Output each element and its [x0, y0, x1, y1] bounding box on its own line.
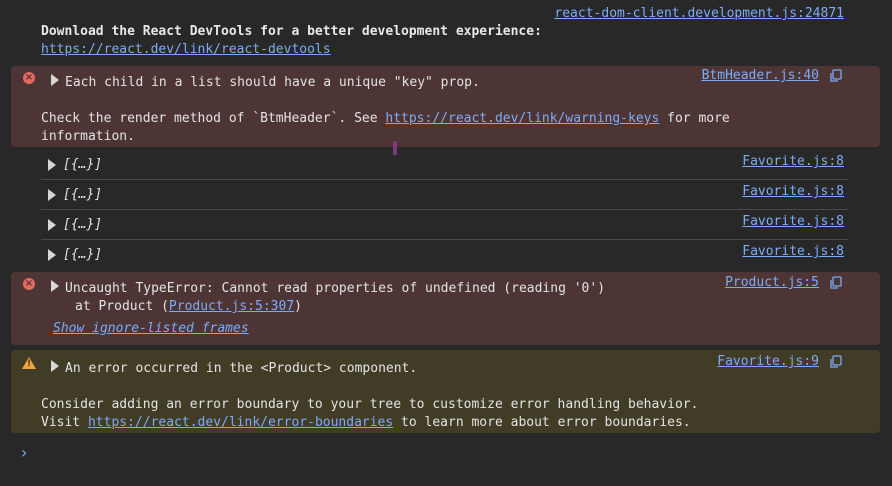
expand-triangle-icon[interactable] — [51, 280, 59, 292]
error-detail: Check the render method of `BtmHeader`. … — [41, 111, 730, 126]
source-link-favorite-9[interactable]: Favorite.js:9 — [717, 354, 819, 369]
source-link-product[interactable]: Product.js:5 — [725, 275, 819, 290]
console-error-typeerror: × Uncaught TypeError: Cannot read proper… — [11, 272, 880, 345]
ignore-frames-link[interactable]: Show ignore-listed frames — [53, 321, 249, 336]
stack-frame-link[interactable]: Product.js:5:307 — [169, 299, 294, 314]
console-error-key-prop: × Each child in a list should have a uni… — [11, 66, 880, 147]
warning-icon: ! — [22, 357, 36, 369]
source-link-btmheader[interactable]: BtmHeader.js:40 — [702, 68, 819, 83]
expand-triangle-icon[interactable] — [51, 360, 59, 372]
devtools-info-message: Download the React DevTools for a better… — [41, 23, 542, 59]
stack-frame: at Product (Product.js:5:307) — [75, 299, 302, 314]
source-link-favorite[interactable]: Favorite.js:8 — [742, 184, 844, 199]
expand-triangle-icon[interactable] — [51, 74, 59, 86]
list-item[interactable]: [{…}] Favorite.js:8 — [41, 180, 848, 210]
show-ignore-listed-frames[interactable]: Show ignore-listed frames — [53, 320, 249, 338]
warning-keys-link[interactable]: https://react.dev/link/warning-keys — [385, 111, 659, 126]
expand-triangle-icon[interactable] — [48, 159, 56, 171]
list-item[interactable]: [{…}] Favorite.js:8 — [41, 150, 848, 180]
copy-icon[interactable] — [829, 276, 843, 290]
console-prompt-icon[interactable]: › — [21, 443, 27, 462]
copy-icon[interactable] — [829, 355, 843, 369]
object-preview: [{…}] — [63, 187, 103, 202]
react-devtools-link[interactable]: https://react.dev/link/react-devtools — [41, 42, 331, 57]
error-message: Each child in a list should have a uniqu… — [65, 75, 480, 90]
expand-triangle-icon[interactable] — [48, 219, 56, 231]
warning-detail-line2: Visit https://react.dev/link/error-bound… — [41, 415, 691, 430]
source-link-favorite[interactable]: Favorite.js:8 — [742, 214, 844, 229]
error-boundaries-link[interactable]: https://react.dev/link/error-boundaries — [88, 415, 393, 430]
source-link-favorite[interactable]: Favorite.js:8 — [742, 244, 844, 259]
source-link-favorite[interactable]: Favorite.js:8 — [742, 154, 844, 169]
expand-triangle-icon[interactable] — [48, 249, 56, 261]
copy-icon[interactable] — [829, 69, 843, 83]
warning-message: An error occurred in the <Product> compo… — [65, 361, 418, 376]
error-detail-line2: information. — [41, 129, 135, 144]
warning-detail-line1: Consider adding an error boundary to you… — [41, 397, 699, 412]
info-text: Download the React DevTools for a better… — [41, 24, 542, 39]
object-preview: [{…}] — [63, 157, 103, 172]
error-icon: × — [23, 72, 35, 84]
expand-triangle-icon[interactable] — [48, 189, 56, 201]
list-item[interactable]: [{…}] Favorite.js:8 — [41, 210, 848, 240]
object-preview: [{…}] — [63, 217, 103, 232]
error-message: Uncaught TypeError: Cannot read properti… — [65, 281, 606, 296]
error-icon: × — [23, 278, 35, 290]
source-link-react-dom[interactable]: react-dom-client.development.js:24871 — [554, 6, 844, 21]
list-item[interactable]: [{…}] Favorite.js:8 — [41, 240, 848, 270]
console-warning-error-boundary: ! An error occurred in the <Product> com… — [11, 350, 880, 433]
object-preview: [{…}] — [63, 247, 103, 262]
